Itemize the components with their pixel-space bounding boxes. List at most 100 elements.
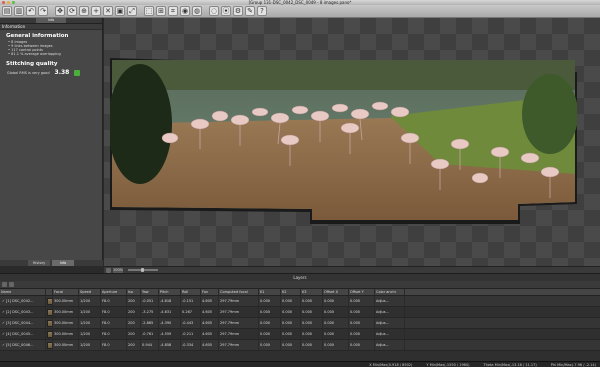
layer-cell-aperture: F8.0 <box>101 329 127 339</box>
layer-cell-anchor: Adjus... <box>375 329 405 339</box>
layer-row[interactable]: ✓[2] DSC_0043... 300.00mm 1/200 F8.0 200 -3.2… <box>0 307 600 318</box>
left-panel-tabs: History Info <box>0 260 103 266</box>
general-info-heading: General information <box>6 33 69 39</box>
column-header[interactable]: Computed focal <box>219 289 259 295</box>
layer-cell-k2: 0.000 <box>281 296 301 306</box>
layer-row[interactable]: ✓[1] DSC_0042... 300.00mm 1/200 F8.0 200 -0.0… <box>0 296 600 307</box>
save-icon[interactable]: ▥ <box>14 6 24 16</box>
move-icon[interactable]: ✥ <box>55 6 65 16</box>
layer-name[interactable]: ✓[5] DSC_0046... <box>0 340 46 350</box>
zoom-slider-knob[interactable] <box>141 268 144 272</box>
layer-cell-focal: 300.00mm <box>53 307 79 317</box>
layer-name[interactable]: ✓[4] DSC_0045... <box>0 329 46 339</box>
column-header[interactable]: Speed <box>79 289 101 295</box>
layer-cell-focal: 300.00mm <box>53 329 79 339</box>
layer-thumbnail <box>46 329 53 339</box>
undo-icon[interactable]: ↶ <box>26 6 36 16</box>
tab-history[interactable]: History <box>28 260 50 266</box>
column-header[interactable]: K3 <box>301 289 323 295</box>
open-icon[interactable]: ▤ <box>2 6 12 16</box>
tab-info[interactable]: Info <box>52 260 74 266</box>
straighten-icon[interactable]: ⊞ <box>156 6 166 16</box>
zoom-slider[interactable] <box>128 268 158 272</box>
information-section-title: Information <box>0 24 102 30</box>
edit-mask-icon[interactable]: ◍ <box>192 6 202 16</box>
column-header[interactable]: Fov <box>201 289 219 295</box>
crop-icon[interactable]: ▣ <box>115 6 125 16</box>
panorama-viewport[interactable] <box>104 18 600 266</box>
layer-row[interactable]: ✓[3] DSC_0044... 300.00mm 1/200 F8.0 200 -2.8… <box>0 318 600 329</box>
zoom-level[interactable]: 100% <box>113 267 123 273</box>
column-header[interactable]: Focal <box>53 289 79 295</box>
column-header[interactable]: Color anchr <box>375 289 405 295</box>
window-controls[interactable] <box>2 1 15 4</box>
column-header[interactable]: Name <box>0 289 46 295</box>
layer-thumbnail <box>46 340 53 350</box>
layer-name[interactable]: ✓[2] DSC_0043... <box>0 307 46 317</box>
column-header[interactable]: Pitch <box>159 289 181 295</box>
rms-row: Global RMS is very good 3.38 <box>7 69 102 76</box>
rotate-icon[interactable]: ⟳ <box>67 6 77 16</box>
layer-cell-anchor: Adjus... <box>375 340 405 350</box>
layer-cell-roll: 0.267 <box>181 307 201 317</box>
column-header[interactable]: Yaw <box>141 289 159 295</box>
column-header[interactable]: K1 <box>259 289 281 295</box>
gear-icon[interactable]: ⚙ <box>233 6 243 16</box>
layer-cell-oy: 0.000 <box>349 296 375 306</box>
column-header[interactable]: Offset X <box>323 289 349 295</box>
preview-icon[interactable]: ◉ <box>180 6 190 16</box>
overview-button[interactable] <box>106 267 111 273</box>
layer-name[interactable]: ✓[1] DSC_0042... <box>0 296 46 306</box>
layer-cell-roll: -0.334 <box>181 340 201 350</box>
layer-cell-pitch: -4.618 <box>159 296 181 306</box>
layer-cell-computed: 297.79mm <box>219 340 259 350</box>
layer-cell-fov: 4.605 <box>201 329 219 339</box>
layer-row[interactable]: ✓[4] DSC_0045... 300.00mm 1/200 F8.0 200 -0.7… <box>0 329 600 340</box>
column-header[interactable]: Offset Y <box>349 289 375 295</box>
layer-name-text: [1] DSC_0042... <box>6 299 34 303</box>
help-icon[interactable]: ? <box>257 6 267 16</box>
tab-info-top[interactable]: Info <box>36 18 66 23</box>
layer-cell-anchor: Adjus... <box>375 318 405 328</box>
grid-icon[interactable]: ⌗ <box>168 6 178 16</box>
main-toolbar: ▤ ▥ ↶ ↷ ✥ ⟳ ⊕ + ✕ ▣ ⤢ ⬚ ⊞ ⌗ ◉ ◍ ◌ ⦿ ⚙ ✎? <box>0 5 600 18</box>
layer-cell-ox: 0.000 <box>323 329 349 339</box>
wrench-icon[interactable]: ✎ <box>245 6 255 16</box>
column-header[interactable]: Iso <box>127 289 141 295</box>
layer-thumbnail <box>46 296 53 306</box>
layer-cell-anchor: Adjus... <box>375 296 405 306</box>
layers-expand-button[interactable] <box>9 282 14 287</box>
frame-icon[interactable]: ⬚ <box>144 6 154 16</box>
column-header[interactable]: Roll <box>181 289 201 295</box>
redo-icon[interactable]: ↷ <box>38 6 48 16</box>
layer-cell-iso: 200 <box>127 307 141 317</box>
layer-cell-speed: 1/200 <box>79 318 101 328</box>
globe-icon[interactable]: ◌ <box>209 6 219 16</box>
layer-cell-roll: -0.151 <box>181 296 201 306</box>
add-point-icon[interactable]: + <box>91 6 101 16</box>
column-header[interactable]: K2 <box>281 289 301 295</box>
column-header[interactable]: Aperture <box>101 289 127 295</box>
layer-cell-k2: 0.000 <box>281 307 301 317</box>
close-window-button[interactable] <box>2 1 5 4</box>
status-y: Y Min/Max(-1550 / 1960) <box>426 362 470 367</box>
layer-row[interactable]: ✓[5] DSC_0046... 300.00mm 1/200 F8.0 200 0.94… <box>0 340 600 351</box>
zoom-window-button[interactable] <box>12 1 15 4</box>
column-header[interactable] <box>46 289 53 295</box>
layer-cell-yaw: -0.761 <box>141 329 159 339</box>
status-phi: Phi Min/Max(-7.96 / -2.14) <box>550 362 596 367</box>
layers-title: Layers <box>293 275 307 280</box>
pin-icon[interactable]: ⊕ <box>79 6 89 16</box>
layer-cell-iso: 200 <box>127 340 141 350</box>
layer-name[interactable]: ✓[3] DSC_0044... <box>0 318 46 328</box>
layer-cell-oy: 0.000 <box>349 318 375 328</box>
layer-cell-focal: 300.00mm <box>53 340 79 350</box>
rms-value: 3.38 <box>54 69 70 76</box>
layer-cell-pitch: -4.858 <box>159 340 181 350</box>
minimize-window-button[interactable] <box>7 1 10 4</box>
rms-label: Global RMS is very good <box>7 70 50 75</box>
fit-icon[interactable]: ⤢ <box>127 6 137 16</box>
zoom-icon[interactable]: ⦿ <box>221 6 231 16</box>
remove-point-icon[interactable]: ✕ <box>103 6 113 16</box>
layers-options-button[interactable] <box>2 282 7 287</box>
